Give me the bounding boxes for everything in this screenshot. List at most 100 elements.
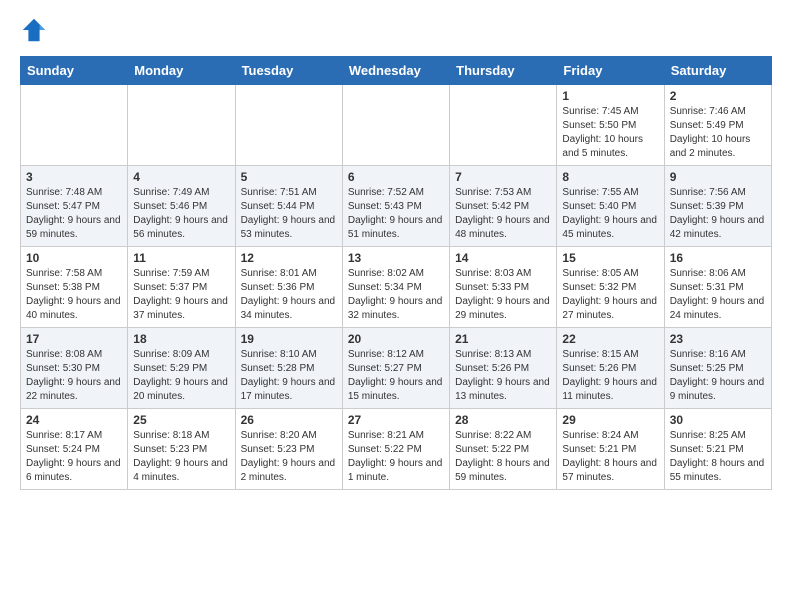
day-info: Sunrise: 8:02 AM Sunset: 5:34 PM Dayligh… [348, 267, 444, 323]
day-info: Sunrise: 8:03 AM Sunset: 5:33 PM Dayligh… [455, 267, 551, 323]
calendar-cell-1-4: 7 Sunrise: 7:53 AM Sunset: 5:42 PM Daylig… [450, 166, 557, 247]
day-number: 22 [562, 332, 658, 346]
day-info: Sunrise: 8:25 AM Sunset: 5:21 PM Dayligh… [670, 429, 766, 485]
calendar-cell-0-3 [342, 85, 449, 166]
calendar-cell-2-3: 13 Sunrise: 8:02 AM Sunset: 5:34 PM Dayli… [342, 247, 449, 328]
calendar-header-tuesday: Tuesday [235, 57, 342, 85]
day-info: Sunrise: 7:59 AM Sunset: 5:37 PM Dayligh… [133, 267, 229, 323]
day-info: Sunrise: 7:49 AM Sunset: 5:46 PM Dayligh… [133, 186, 229, 242]
calendar-cell-1-3: 6 Sunrise: 7:52 AM Sunset: 5:43 PM Daylig… [342, 166, 449, 247]
day-info: Sunrise: 7:45 AM Sunset: 5:50 PM Dayligh… [562, 105, 658, 161]
calendar-cell-0-5: 1 Sunrise: 7:45 AM Sunset: 5:50 PM Daylig… [557, 85, 664, 166]
calendar-cell-1-2: 5 Sunrise: 7:51 AM Sunset: 5:44 PM Daylig… [235, 166, 342, 247]
day-number: 18 [133, 332, 229, 346]
day-info: Sunrise: 8:09 AM Sunset: 5:29 PM Dayligh… [133, 348, 229, 404]
calendar-cell-4-5: 29 Sunrise: 8:24 AM Sunset: 5:21 PM Dayli… [557, 409, 664, 490]
day-number: 2 [670, 89, 766, 103]
calendar-cell-3-5: 22 Sunrise: 8:15 AM Sunset: 5:26 PM Dayli… [557, 328, 664, 409]
day-info: Sunrise: 8:21 AM Sunset: 5:22 PM Dayligh… [348, 429, 444, 485]
day-info: Sunrise: 7:55 AM Sunset: 5:40 PM Dayligh… [562, 186, 658, 242]
day-number: 1 [562, 89, 658, 103]
calendar-cell-3-2: 19 Sunrise: 8:10 AM Sunset: 5:28 PM Dayli… [235, 328, 342, 409]
day-number: 7 [455, 170, 551, 184]
calendar-week-row-1: 3Sunrise: 7:48 AM Sunset: 5:47 PM Daylig… [21, 166, 772, 247]
calendar-cell-0-0 [21, 85, 128, 166]
calendar-header-monday: Monday [128, 57, 235, 85]
day-number: 13 [348, 251, 444, 265]
day-info: Sunrise: 8:13 AM Sunset: 5:26 PM Dayligh… [455, 348, 551, 404]
calendar-header-saturday: Saturday [664, 57, 771, 85]
calendar-header-thursday: Thursday [450, 57, 557, 85]
calendar-cell-4-0: 24 Sunrise: 8:17 AM Sunset: 5:24 PM Dayli… [21, 409, 128, 490]
day-info: Sunrise: 8:20 AM Sunset: 5:23 PM Dayligh… [241, 429, 337, 485]
calendar-cell-0-2 [235, 85, 342, 166]
day-info: Sunrise: 8:05 AM Sunset: 5:32 PM Dayligh… [562, 267, 658, 323]
day-number: 27 [348, 413, 444, 427]
day-number: 30 [670, 413, 766, 427]
day-number: 28 [455, 413, 551, 427]
day-number: 9 [670, 170, 766, 184]
day-number: 11 [133, 251, 229, 265]
day-info: Sunrise: 8:01 AM Sunset: 5:36 PM Dayligh… [241, 267, 337, 323]
day-info: Sunrise: 7:52 AM Sunset: 5:43 PM Dayligh… [348, 186, 444, 242]
calendar-table: SundayMondayTuesdayWednesdayThursdayFrid… [20, 56, 772, 490]
day-number: 25 [133, 413, 229, 427]
calendar-cell-4-4: 28 Sunrise: 8:22 AM Sunset: 5:22 PM Dayli… [450, 409, 557, 490]
day-number: 19 [241, 332, 337, 346]
day-info: Sunrise: 7:58 AM Sunset: 5:38 PM Dayligh… [26, 267, 122, 323]
day-number: 29 [562, 413, 658, 427]
calendar-cell-2-5: 15 Sunrise: 8:05 AM Sunset: 5:32 PM Dayli… [557, 247, 664, 328]
calendar-cell-4-1: 25Sunrise: 8:18 AM Sunset: 5:23 PM Dayli… [128, 409, 235, 490]
day-number: 23 [670, 332, 766, 346]
calendar-cell-2-1: 11 Sunrise: 7:59 AM Sunset: 5:37 PM Dayli… [128, 247, 235, 328]
day-number: 14 [455, 251, 551, 265]
day-number: 12 [241, 251, 337, 265]
day-number: 24 [26, 413, 122, 427]
day-number: 21 [455, 332, 551, 346]
day-info: Sunrise: 7:53 AM Sunset: 5:42 PM Dayligh… [455, 186, 551, 242]
calendar-header-row: SundayMondayTuesdayWednesdayThursdayFrid… [21, 57, 772, 85]
calendar-week-row-3: 17 Sunrise: 8:08 AM Sunset: 5:30 PM Dayli… [21, 328, 772, 409]
calendar-cell-2-0: 10 Sunrise: 7:58 AM Sunset: 5:38 PM Dayli… [21, 247, 128, 328]
calendar-cell-3-4: 21 Sunrise: 8:13 AM Sunset: 5:26 PM Dayli… [450, 328, 557, 409]
calendar-week-row-4: 24 Sunrise: 8:17 AM Sunset: 5:24 PM Dayli… [21, 409, 772, 490]
calendar-cell-3-3: 20Sunrise: 8:12 AM Sunset: 5:27 PM Dayli… [342, 328, 449, 409]
day-number: 4 [133, 170, 229, 184]
calendar-cell-4-6: 30 Sunrise: 8:25 AM Sunset: 5:21 PM Dayli… [664, 409, 771, 490]
calendar-cell-3-1: 18 Sunrise: 8:09 AM Sunset: 5:29 PM Dayli… [128, 328, 235, 409]
day-info: Sunrise: 7:51 AM Sunset: 5:44 PM Dayligh… [241, 186, 337, 242]
page: SundayMondayTuesdayWednesdayThursdayFrid… [0, 0, 792, 500]
day-info: Sunrise: 8:15 AM Sunset: 5:26 PM Dayligh… [562, 348, 658, 404]
day-info: Sunrise: 8:08 AM Sunset: 5:30 PM Dayligh… [26, 348, 122, 404]
header [20, 16, 772, 44]
logo-icon [20, 16, 48, 44]
calendar-cell-4-2: 26Sunrise: 8:20 AM Sunset: 5:23 PM Dayli… [235, 409, 342, 490]
calendar-cell-1-5: 8Sunrise: 7:55 AM Sunset: 5:40 PM Daylig… [557, 166, 664, 247]
calendar-cell-3-6: 23 Sunrise: 8:16 AM Sunset: 5:25 PM Dayli… [664, 328, 771, 409]
day-number: 6 [348, 170, 444, 184]
day-number: 5 [241, 170, 337, 184]
calendar-cell-2-4: 14 Sunrise: 8:03 AM Sunset: 5:33 PM Dayli… [450, 247, 557, 328]
day-number: 10 [26, 251, 122, 265]
calendar-week-row-0: 1 Sunrise: 7:45 AM Sunset: 5:50 PM Daylig… [21, 85, 772, 166]
day-number: 15 [562, 251, 658, 265]
day-number: 3 [26, 170, 122, 184]
calendar-week-row-2: 10 Sunrise: 7:58 AM Sunset: 5:38 PM Dayli… [21, 247, 772, 328]
calendar-cell-2-6: 16Sunrise: 8:06 AM Sunset: 5:31 PM Dayli… [664, 247, 771, 328]
day-info: Sunrise: 8:24 AM Sunset: 5:21 PM Dayligh… [562, 429, 658, 485]
calendar-cell-0-1 [128, 85, 235, 166]
day-info: Sunrise: 8:06 AM Sunset: 5:31 PM Dayligh… [670, 267, 766, 323]
calendar-cell-1-0: 3Sunrise: 7:48 AM Sunset: 5:47 PM Daylig… [21, 166, 128, 247]
calendar-cell-1-1: 4 Sunrise: 7:49 AM Sunset: 5:46 PM Daylig… [128, 166, 235, 247]
day-number: 17 [26, 332, 122, 346]
day-info: Sunrise: 8:17 AM Sunset: 5:24 PM Dayligh… [26, 429, 122, 485]
day-info: Sunrise: 8:22 AM Sunset: 5:22 PM Dayligh… [455, 429, 551, 485]
day-info: Sunrise: 7:56 AM Sunset: 5:39 PM Dayligh… [670, 186, 766, 242]
day-info: Sunrise: 8:16 AM Sunset: 5:25 PM Dayligh… [670, 348, 766, 404]
day-info: Sunrise: 8:10 AM Sunset: 5:28 PM Dayligh… [241, 348, 337, 404]
calendar-header-friday: Friday [557, 57, 664, 85]
calendar-cell-2-2: 12 Sunrise: 8:01 AM Sunset: 5:36 PM Dayli… [235, 247, 342, 328]
calendar-cell-4-3: 27 Sunrise: 8:21 AM Sunset: 5:22 PM Dayli… [342, 409, 449, 490]
calendar-cell-1-6: 9 Sunrise: 7:56 AM Sunset: 5:39 PM Daylig… [664, 166, 771, 247]
calendar-cell-3-0: 17 Sunrise: 8:08 AM Sunset: 5:30 PM Dayli… [21, 328, 128, 409]
